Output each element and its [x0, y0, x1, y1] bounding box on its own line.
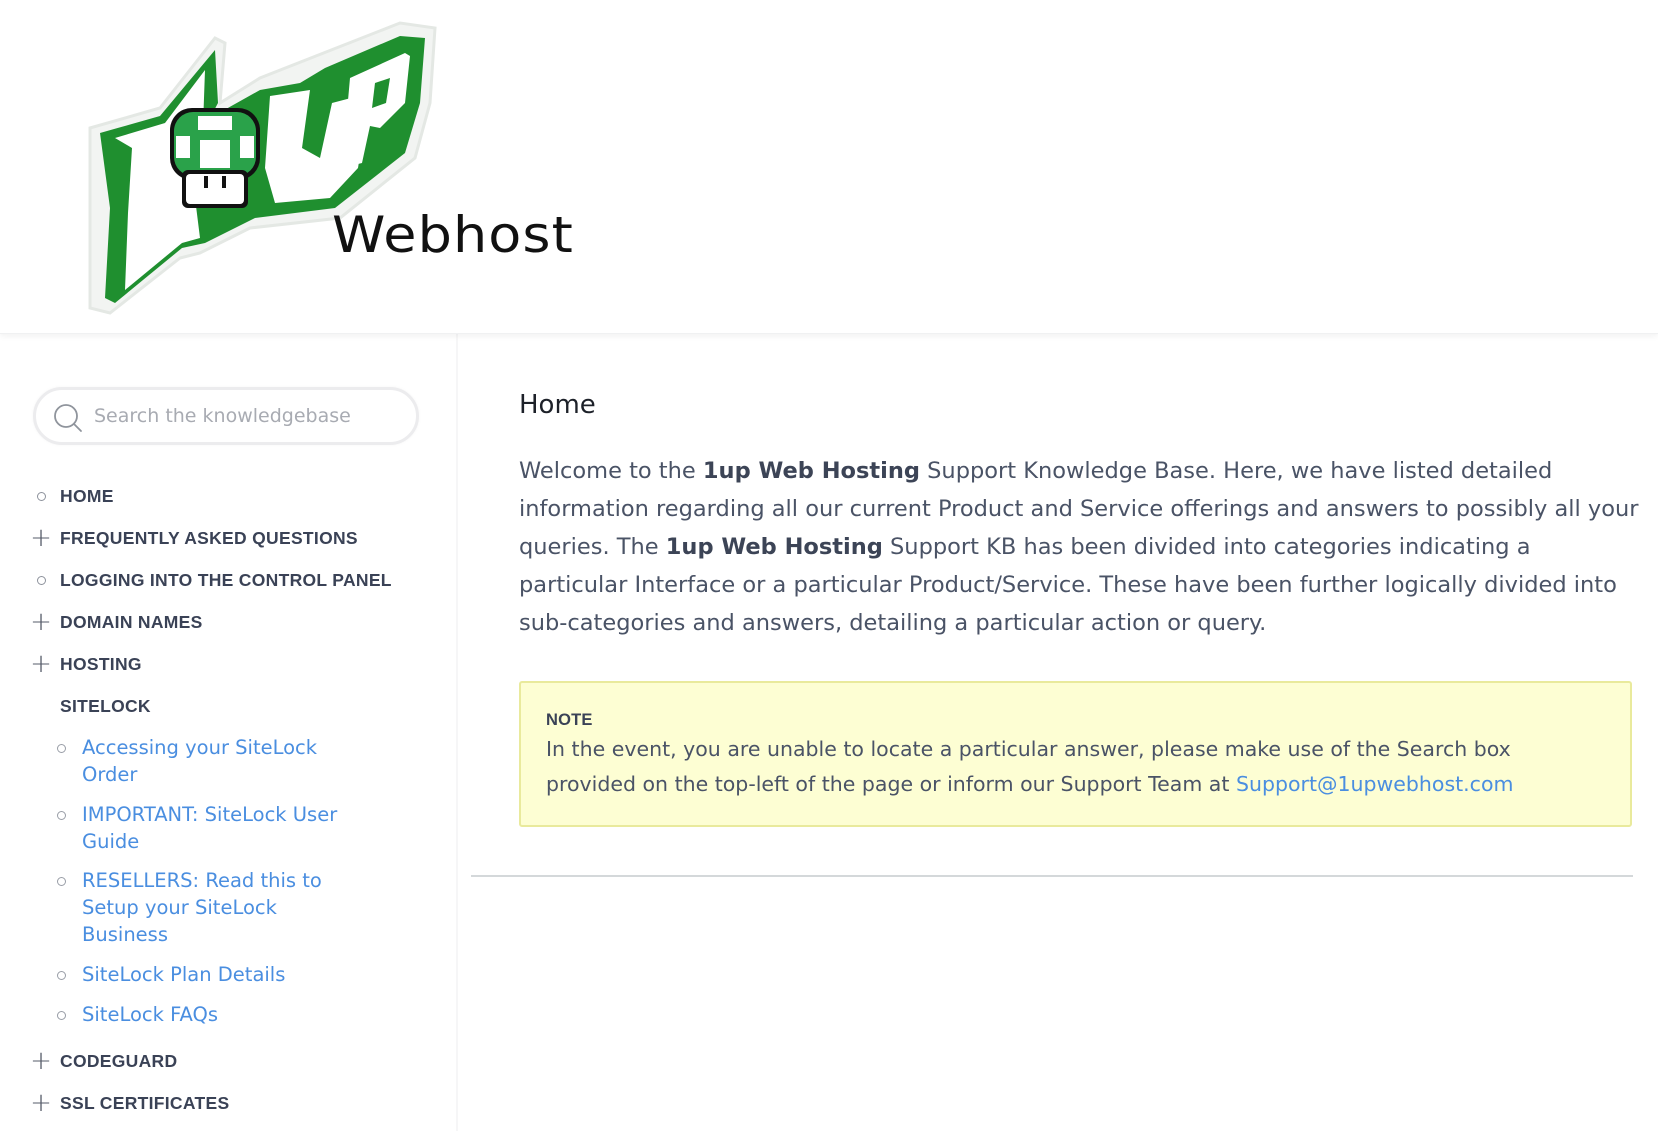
- sidebar-item-label: LOGGING INTO THE CONTROL PANEL: [60, 569, 392, 590]
- sidebar-item-hosting[interactable]: + HOSTING: [30, 649, 142, 679]
- sidebar-item-label: HOME: [60, 485, 114, 506]
- sidebar-item-domain-names[interactable]: + DOMAIN NAMES: [30, 607, 203, 637]
- page-title: Home: [519, 390, 596, 420]
- search-icon[interactable]: [52, 402, 84, 434]
- sidebar-item-label: DOMAIN NAMES: [60, 611, 203, 632]
- 1up-webhost-logo[interactable]: [70, 8, 590, 328]
- brand-name: 1up Web Hosting: [702, 458, 920, 484]
- intro-paragraph: Welcome to the 1up Web Hosting Support K…: [519, 458, 1639, 636]
- sitelock-article-link[interactable]: SiteLock FAQs: [82, 1001, 218, 1028]
- sidebar-item-label: FREQUENTLY ASKED QUESTIONS: [60, 527, 358, 548]
- circle-bullet-icon: [30, 485, 52, 507]
- note-label: NOTE: [546, 711, 593, 729]
- sitelock-article-link[interactable]: SiteLock Plan Details: [82, 961, 285, 988]
- note-callout: NOTE In the event, you are unable to loc…: [519, 681, 1632, 827]
- brand-name: 1up Web Hosting: [665, 534, 883, 560]
- sitelock-article-link[interactable]: Accessing your SiteLock Order: [82, 734, 346, 788]
- sidebar-item-faq[interactable]: + FREQUENTLY ASKED QUESTIONS: [30, 523, 358, 553]
- sidebar-item-label: HOSTING: [60, 653, 142, 674]
- sidebar-item-codeguard[interactable]: + CODEGUARD: [30, 1046, 177, 1076]
- logo-wordmark: Webhost: [332, 206, 574, 264]
- plus-icon[interactable]: +: [30, 1048, 52, 1074]
- circle-bullet-icon: [57, 877, 66, 886]
- sitelock-article-item[interactable]: Accessing your SiteLock Order: [56, 734, 346, 788]
- search-box[interactable]: [33, 387, 419, 445]
- sidebar-item-label: CODEGUARD: [60, 1050, 178, 1071]
- sidebar-item-label: SSL CERTIFICATES: [60, 1092, 230, 1113]
- sitelock-article-item[interactable]: IMPORTANT: SiteLock User Guide: [56, 801, 346, 855]
- sidebar-item-control-panel[interactable]: LOGGING INTO THE CONTROL PANEL: [30, 565, 392, 595]
- sitelock-article-link[interactable]: RESELLERS: Read this to Setup your SiteL…: [82, 867, 346, 948]
- sidebar-item-sitelock[interactable]: SITELOCK: [30, 691, 151, 721]
- sitelock-article-link[interactable]: IMPORTANT: SiteLock User Guide: [82, 801, 346, 855]
- sidebar-item-label: SITELOCK: [60, 695, 151, 716]
- search-input[interactable]: [94, 390, 404, 442]
- sidebar-item-home[interactable]: HOME: [30, 481, 114, 511]
- circle-bullet-icon: [30, 569, 52, 591]
- circle-bullet-icon: [57, 811, 66, 820]
- circle-bullet-icon: [57, 971, 66, 980]
- sidebar-item-ssl-certificates[interactable]: + SSL CERTIFICATES: [30, 1088, 229, 1118]
- site-header: Webhost: [0, 0, 1658, 334]
- support-email-link[interactable]: Support@1upwebhost.com: [1236, 772, 1514, 796]
- plus-icon[interactable]: +: [30, 525, 52, 551]
- plus-icon[interactable]: +: [30, 609, 52, 635]
- sitelock-article-item[interactable]: SiteLock FAQs: [56, 1001, 346, 1028]
- plus-icon[interactable]: +: [30, 651, 52, 677]
- circle-bullet-icon: [57, 744, 66, 753]
- content-divider: [471, 875, 1633, 877]
- mushroom-icon: [170, 108, 260, 208]
- note-text: In the event, you are unable to locate a…: [546, 737, 1514, 796]
- sitelock-article-item[interactable]: SiteLock Plan Details: [56, 961, 346, 988]
- sitelock-article-item[interactable]: RESELLERS: Read this to Setup your SiteL…: [56, 867, 346, 948]
- main-content: Home Welcome to the 1up Web Hosting Supp…: [458, 334, 1658, 1131]
- circle-bullet-icon: [57, 1011, 66, 1020]
- plus-icon[interactable]: +: [30, 1090, 52, 1116]
